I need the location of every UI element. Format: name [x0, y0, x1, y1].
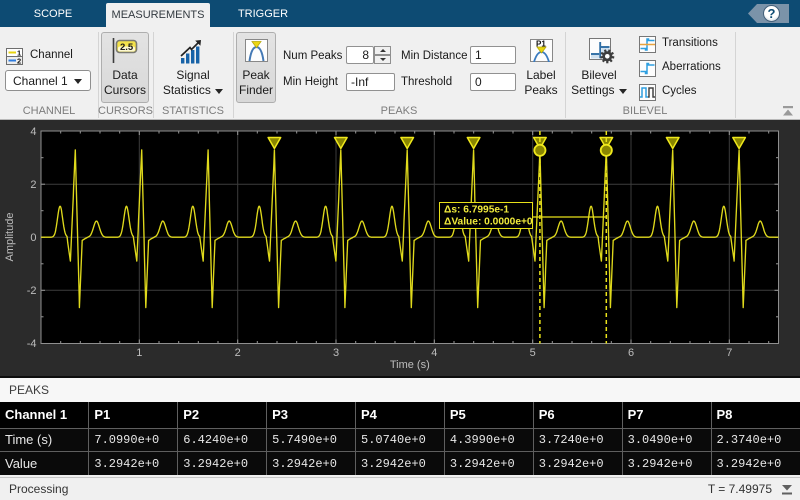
svg-text:6: 6	[628, 347, 634, 359]
svg-text:2: 2	[30, 179, 36, 191]
svg-text:4: 4	[431, 347, 437, 359]
svg-text:4: 4	[30, 126, 36, 138]
svg-text:1: 1	[136, 347, 142, 359]
svg-text:0: 0	[30, 232, 36, 244]
svg-text:-2: -2	[27, 285, 37, 297]
svg-text:2.5: 2.5	[120, 42, 134, 53]
svg-text:2: 2	[235, 347, 241, 359]
svg-text:5: 5	[530, 347, 536, 359]
svg-text:-4: -4	[27, 338, 37, 350]
svg-text:ΔValue: 0.0000e+0: ΔValue: 0.0000e+0	[444, 217, 533, 228]
svg-text:Amplitude: Amplitude	[4, 213, 16, 262]
svg-text:2: 2	[17, 57, 21, 66]
svg-text:3: 3	[333, 347, 339, 359]
svg-text:Time (s): Time (s)	[390, 359, 430, 371]
svg-text:Δs: 6.7995e-1: Δs: 6.7995e-1	[444, 205, 509, 216]
svg-text:7: 7	[726, 347, 732, 359]
svg-text:P1: P1	[536, 40, 546, 49]
